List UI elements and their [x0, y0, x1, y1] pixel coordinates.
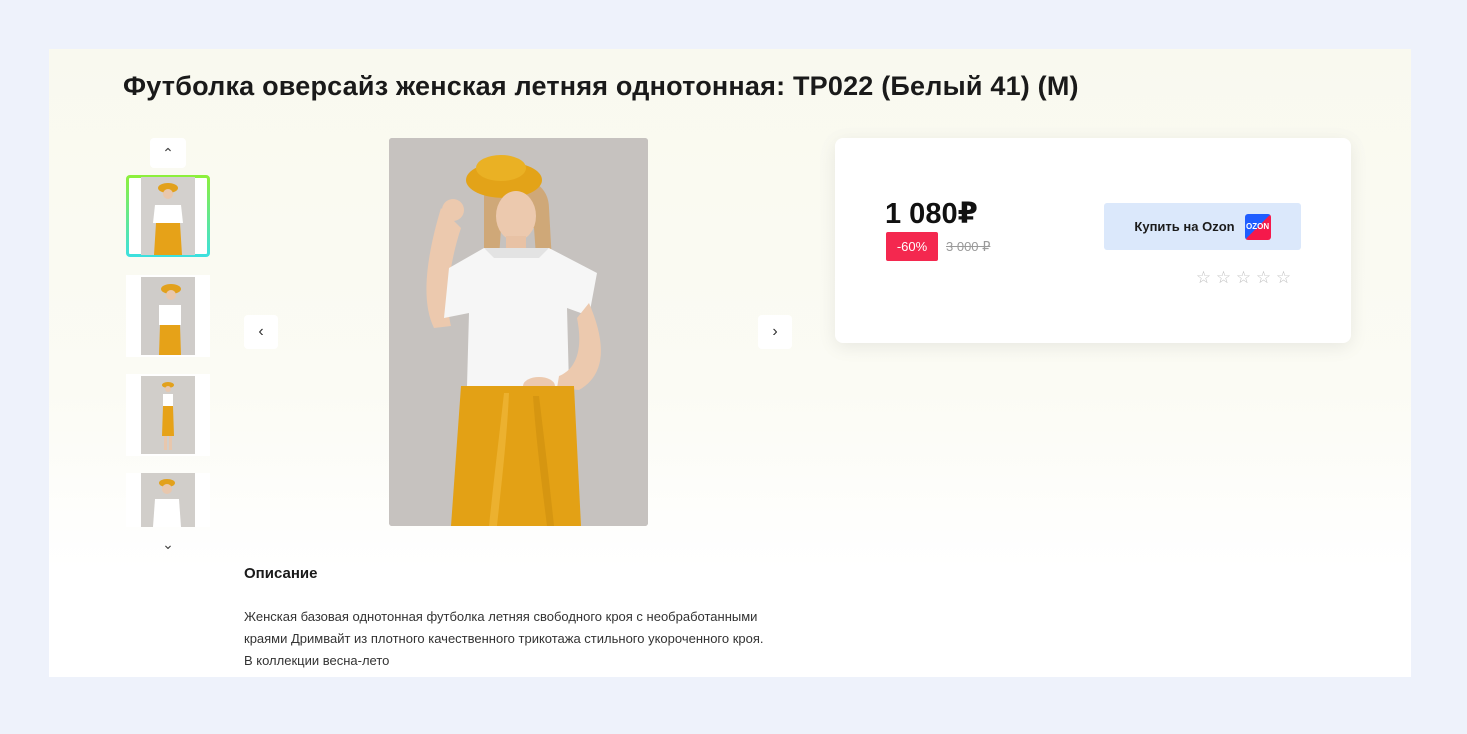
ozon-logo-icon: OZON: [1244, 213, 1271, 240]
gallery-next-button[interactable]: ›: [758, 315, 792, 349]
description-text: Женская базовая однотонная футболка летн…: [244, 609, 764, 668]
thumbnail-image: [141, 376, 195, 454]
product-page: Футболка оверсайз женская летняя однотон…: [49, 49, 1411, 677]
thumbnail-image: [141, 177, 195, 255]
thumbnails-up-button[interactable]: ⌃: [150, 138, 186, 168]
chevron-left-icon: ‹: [258, 323, 264, 340]
thumbnail-3[interactable]: [126, 374, 210, 456]
chevron-down-icon: ⌄: [162, 535, 174, 552]
thumbnail-4[interactable]: [126, 473, 210, 527]
buy-on-ozon-button[interactable]: Купить на Ozon OZON: [1104, 203, 1301, 250]
gallery-prev-button[interactable]: ‹: [244, 315, 278, 349]
star-icon[interactable]: ☆: [1235, 269, 1252, 286]
rating-stars: ☆ ☆ ☆ ☆ ☆: [1195, 269, 1292, 286]
purchase-card: 1 080₽ -60% 3 000 ₽ Купить на Ozon OZON …: [835, 138, 1351, 343]
star-icon[interactable]: ☆: [1275, 269, 1292, 286]
thumbnail-1[interactable]: [126, 175, 210, 257]
buy-button-label: Купить на Ozon: [1134, 219, 1235, 234]
star-icon[interactable]: ☆: [1195, 269, 1212, 286]
main-product-image: [389, 138, 648, 526]
star-icon[interactable]: ☆: [1255, 269, 1272, 286]
thumbnail-image: [141, 277, 195, 355]
thumbnail-2[interactable]: [126, 275, 210, 357]
current-price: 1 080₽: [885, 198, 978, 230]
star-icon[interactable]: ☆: [1215, 269, 1232, 286]
product-title: Футболка оверсайз женская летняя однотон…: [123, 71, 1079, 101]
chevron-up-icon: ⌃: [162, 144, 174, 161]
thumbnails-down-button[interactable]: ⌄: [150, 529, 186, 559]
discount-badge: -60%: [886, 232, 938, 261]
chevron-right-icon: ›: [772, 323, 778, 340]
outer-frame: Футболка оверсайз женская летняя однотон…: [0, 0, 1467, 734]
old-price: 3 000 ₽: [946, 239, 991, 254]
description-heading: Описание: [244, 565, 318, 582]
thumbnail-image: [141, 473, 195, 527]
